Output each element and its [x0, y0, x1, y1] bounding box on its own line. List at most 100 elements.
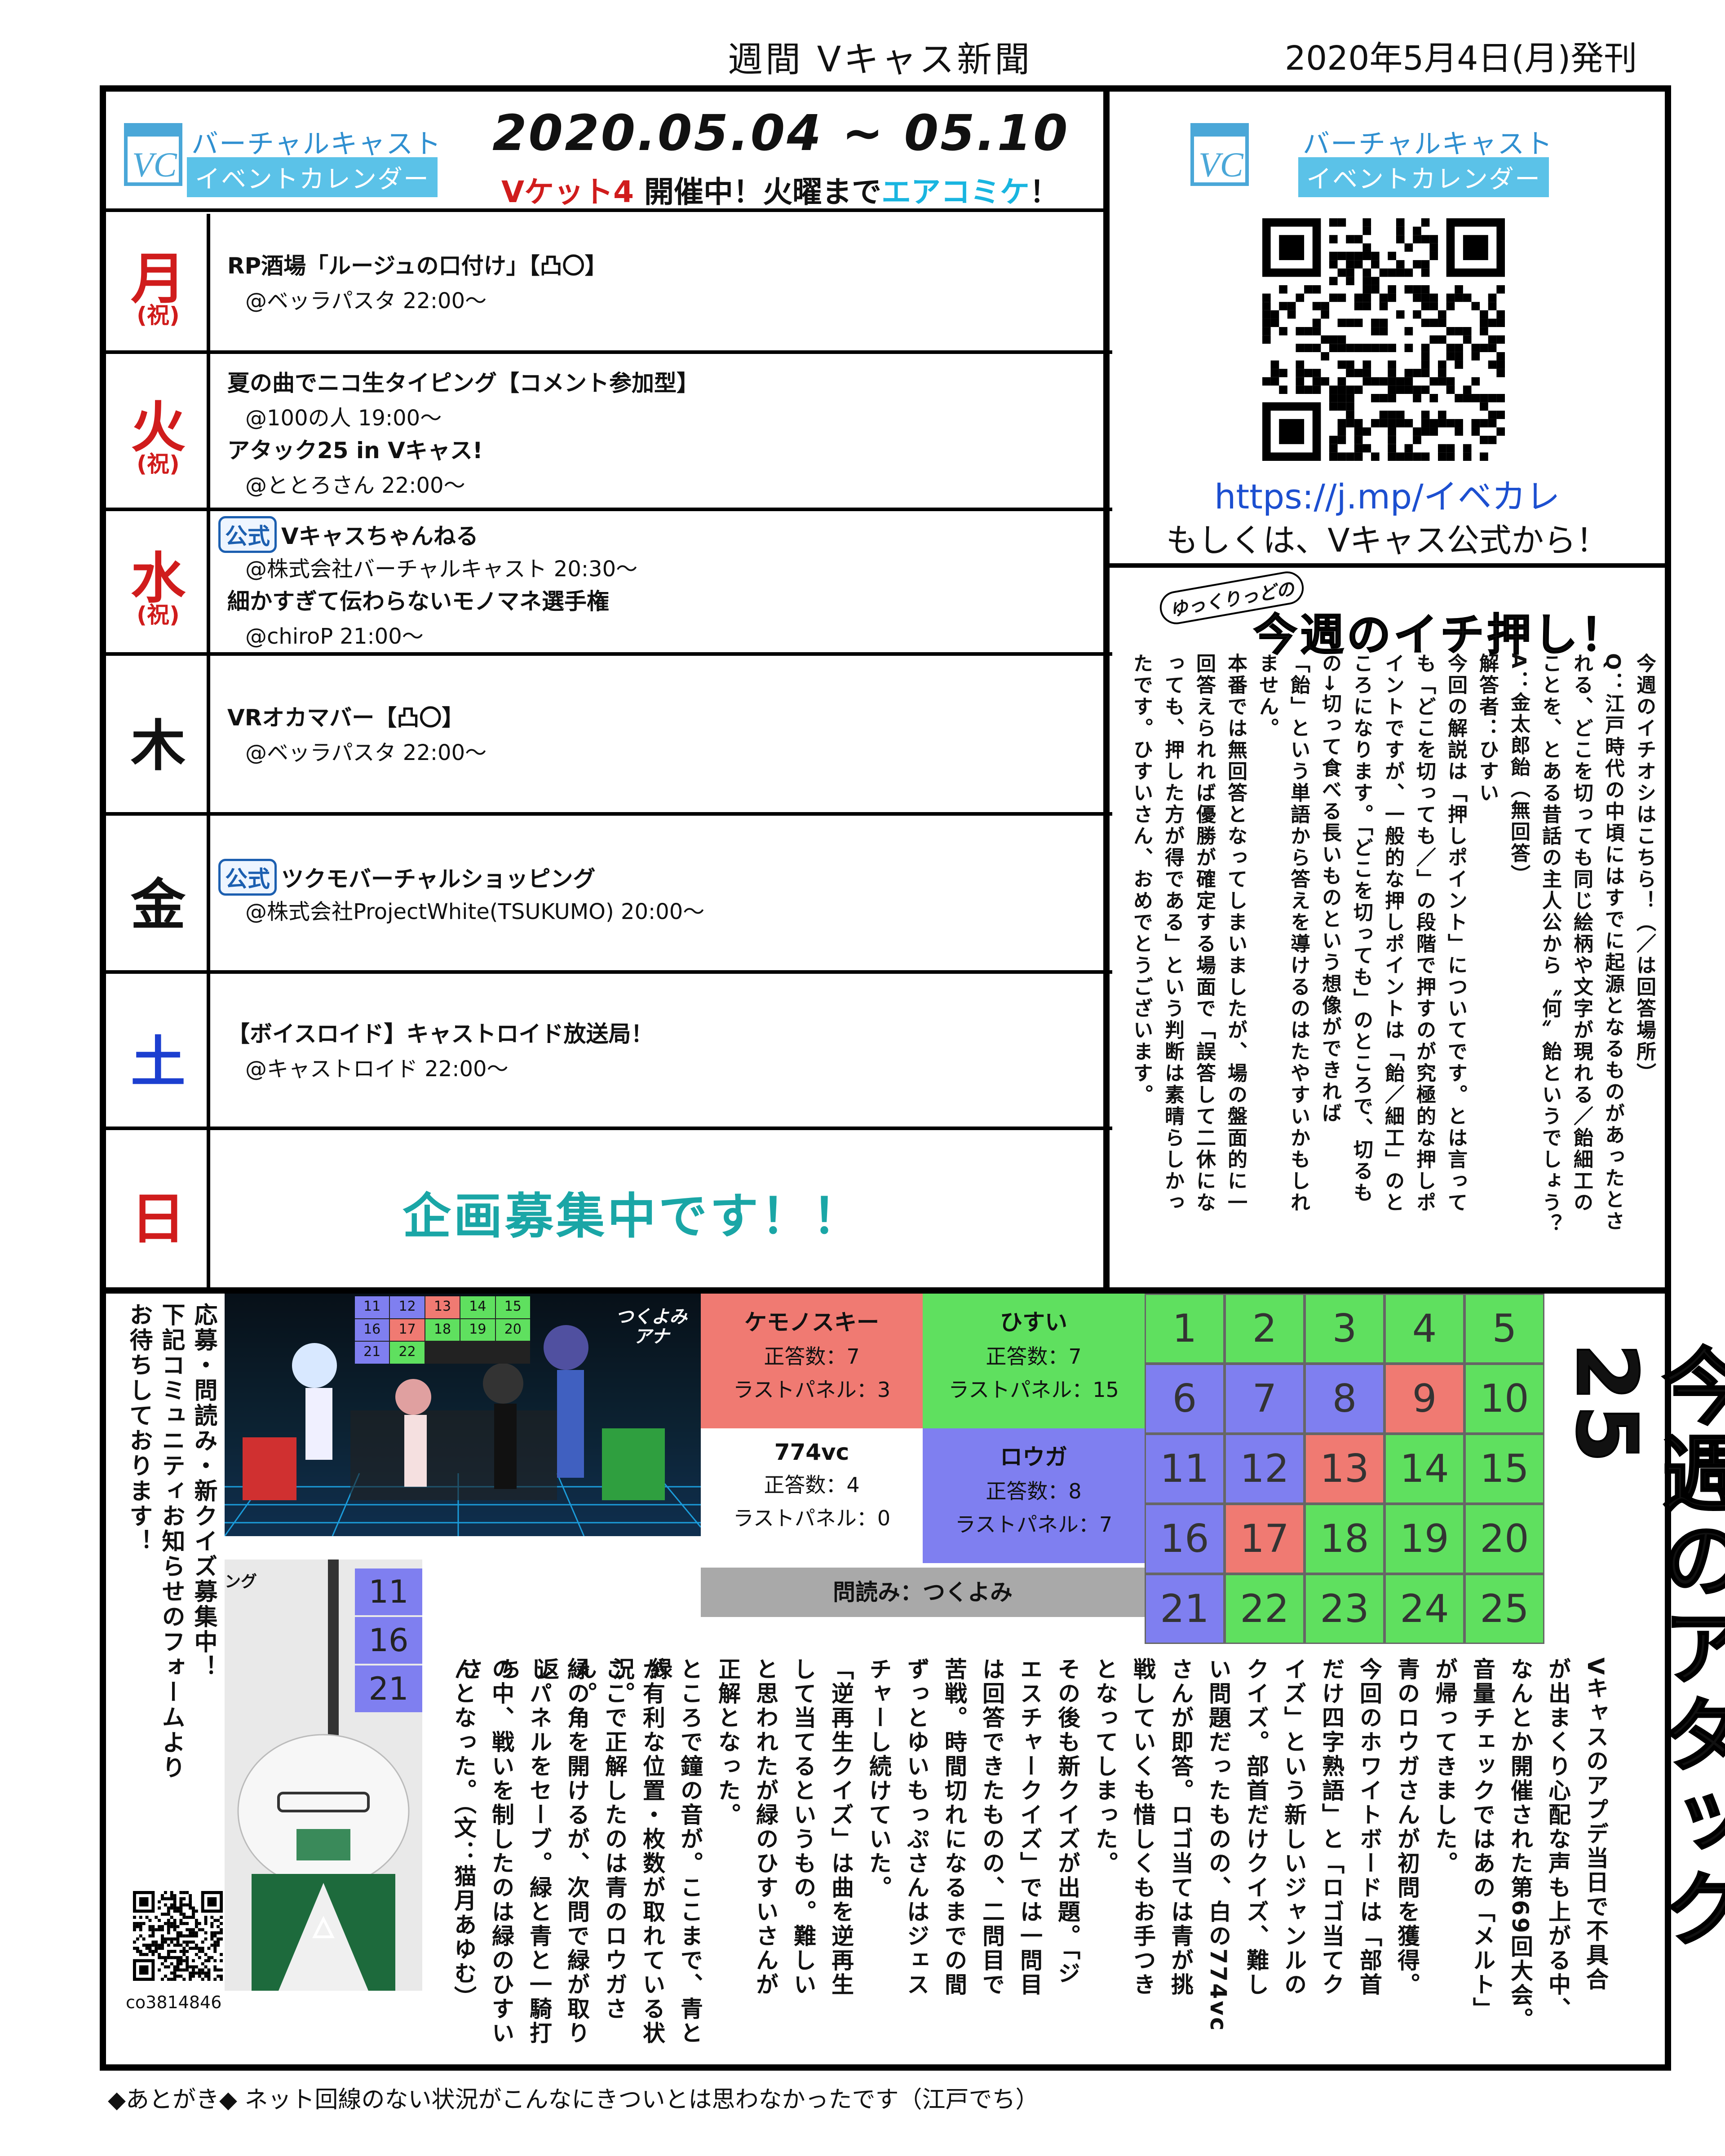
text-column: 解答者：ひすい [1476, 653, 1499, 804]
event-title-text: Vキャスちゃんねる [281, 523, 478, 549]
panel-grid: 1 2 3 4 5 6 7 8 9 10 11 12 13 14 15 16 17 18 19 20 21 22 23 24 2… [1145, 1294, 1544, 1644]
attack25-section: 11 12 13 14 15 16 17 18 19 20 21 22 つくよみ アナ ング 11 16… [106, 1294, 1725, 2064]
day-row-5: 金公式 ツクモバーチャルショッピング @株式会社ProjectWhite(TSUKU… [106, 816, 1112, 974]
board-panel: 21 [355, 1342, 389, 1364]
community-qr-icon[interactable] [133, 1891, 223, 1981]
team-name: 774vc [774, 1439, 849, 1465]
day-row-7: 日 企画募集中です！！ [106, 1130, 1112, 1287]
board-panel: 16 [355, 1319, 389, 1341]
panel-cell: 11 [1145, 1434, 1225, 1504]
text-column: 応募・問読み・新クイズ募集中！ [190, 1303, 217, 1680]
day-label: 日 [131, 1187, 186, 1251]
event-host-time: @chiroP 21:00～ [245, 624, 424, 649]
day-label: 木 [131, 714, 186, 778]
text-column: だけ四字熟語」と「ロゴ当てク [1318, 1657, 1345, 1997]
holiday-mark: (祝) [137, 451, 180, 477]
text-column: お待ちしております！ [125, 1303, 152, 1554]
text-column: 青のロウガさんが初問を獲得。 [1394, 1657, 1420, 1997]
header-notice: Vケット4 開催中！火曜までエアコミケ！ [501, 168, 1059, 211]
day-row-4: 木 VRオカマバー【凸〇】 @ベッラパスタ 22:00～ [106, 656, 1112, 816]
horizontal-divider [100, 1287, 1671, 1294]
team-cell: ケモノスキー 正答数：7 ラストパネル：3 [701, 1294, 923, 1428]
text-column: エスチャークイズ」では一問目 [1017, 1657, 1043, 1997]
text-column: Q：江戸時代の中頃にはすでに起源となるものがあったとさ [1601, 653, 1624, 1233]
text-column: が出まくり心配な声も上がる中、 [1545, 1657, 1571, 2021]
notice-vket: Vケット4 [501, 175, 634, 209]
text-column: その後も新クイズが出題。「ジ [1054, 1657, 1080, 1986]
issue-date: 2020年5月4日(月)発刊 [1285, 39, 1637, 78]
logo-subtitle: イベントカレンダー [187, 157, 438, 197]
event-calendar-link[interactable]: https://j.mp/イベカレ [1110, 469, 1665, 518]
panel-cell: 23 [1305, 1574, 1384, 1644]
logo-title-2: バーチャルキャスト [1303, 128, 1553, 160]
qr-panel: VC バーチャルキャスト イベントカレンダー https://j.mp/イベカレ… [1110, 92, 1665, 568]
team-correct-count: 正答数：8 [986, 1479, 1082, 1503]
text-column: A：金太郎飴（無回答） [1507, 653, 1530, 886]
text-column: ころになります。「どこを切っても」のところで、切るも [1350, 653, 1373, 1204]
text-column: イズ」という新しいジャンルの [1281, 1657, 1307, 1997]
text-column: 今週のイチオシはこちら！（／は回答場所） [1633, 653, 1656, 1084]
event-host-time: @ベッラパスタ 22:00～ [245, 288, 487, 314]
event-title[interactable]: アタック25 in Vキャス! [227, 433, 483, 465]
text-column: んとなった。（文：猫月あゆむ） [451, 1657, 477, 2010]
text-column: 戦していくも惜しくもお手つき [1130, 1657, 1156, 1997]
panel-cell: 1 [1145, 1294, 1225, 1364]
event-title-text: 夏の曲でニコ生タイピング【コメント参加型】 [227, 370, 699, 396]
text-column: なんとか開催された第69回大会。 [1507, 1657, 1533, 2032]
notice-end: ！ [1030, 175, 1059, 209]
official-badge: 公式 [218, 516, 277, 553]
team-results-table: ケモノスキー 正答数：7 ラストパネル：3 ひすい 正答数：7 ラストパネル：15 774v… [701, 1294, 1145, 1617]
qr-code-icon[interactable] [1262, 218, 1505, 461]
event-title[interactable]: 夏の曲でニコ生タイピング【コメント参加型】 [227, 365, 699, 398]
text-column: ずっとゆいもっぷさんはジェス [903, 1657, 929, 1997]
team-cell: ひすい 正答数：7 ラストパネル：15 [923, 1294, 1145, 1428]
nameplate: つくよみ アナ [615, 1307, 687, 1347]
panel-cell: 3 [1305, 1294, 1384, 1364]
day-row-2: 火 (祝) 夏の曲でニコ生タイピング【コメント参加型】 @100の人 19:00～ アタ… [106, 354, 1112, 511]
weekly-schedule: 月 (祝) RP酒場「ルージュの口付け」【凸〇】 @ベッラパスタ 22:00～ 火 (祝)… [106, 214, 1112, 1287]
team-last-panel: ラストパネル：3 [733, 1378, 891, 1402]
board-panel: 20 [495, 1319, 530, 1341]
notice-middle: 開催中！火曜まで [634, 175, 881, 209]
panel-cell: 16 [1145, 1504, 1225, 1574]
event-title-text: VRオカマバー【凸〇】 [227, 705, 464, 731]
team-last-panel: ラストパネル：7 [955, 1512, 1113, 1537]
text-column: チャーし続けていた。 [866, 1657, 892, 1900]
event-title[interactable]: 公式 ツクモバーチャルショッピング [218, 859, 596, 896]
day-row-1: 月 (祝) RP酒場「ルージュの口付け」【凸〇】 @ベッラパスタ 22:00～ [106, 214, 1112, 354]
text-column: 回答えられれば優勝が確定する場面で「誤答して二休にな [1193, 653, 1216, 1214]
text-column: 「飴」という単語から答えを導けるのはたやすいかもしれ [1287, 653, 1310, 1214]
event-title[interactable]: VRオカマバー【凸〇】 [227, 700, 464, 732]
text-column: 「逆再生クイズ」は曲を逆再生 [828, 1657, 854, 1997]
panel-cell: 2 [1225, 1294, 1305, 1364]
team-cell: 774vc 正答数：4 ラストパネル：0 [701, 1428, 923, 1563]
day-row-6: 土 【ボイスロイド】キャストロイド放送局！ @キャストロイド 22:00～ [106, 974, 1112, 1130]
panel-cell: 20 [1464, 1504, 1544, 1574]
panel-cell: 4 [1384, 1294, 1464, 1364]
afterword: ◆あとがき◆ ネット回線のない状況がこんなにきついとは思わなかったです（江戸でち… [108, 2086, 1039, 2113]
panel-cell: 24 [1384, 1574, 1464, 1644]
community-id[interactable]: co3814846 [126, 1993, 221, 2012]
day-row-3: 水 (祝) 公式 Vキャスちゃんねる @株式会社バーチャルキャスト 20:30～ 細かすぎ… [106, 511, 1112, 656]
team-name: ロウガ [1000, 1444, 1067, 1470]
recruitment-message: 企画募集中です！！ [402, 1188, 864, 1245]
holiday-mark: (祝) [137, 602, 180, 628]
event-title[interactable]: 【ボイスロイド】キャストロイド放送局！ [227, 1016, 654, 1048]
panel-cell: 15 [1464, 1434, 1544, 1504]
question-reader: 問読み：つくよみ [701, 1568, 1145, 1617]
avatar-photo: ング 11 16 21 [225, 1560, 422, 1991]
newspaper-title: 週間 Vキャス新聞 [728, 40, 1033, 80]
day-label: 金 [131, 873, 186, 937]
calendar-header: VC バーチャルキャスト イベントカレンダー 2020.05.04 ~ 05.1… [106, 92, 1103, 212]
day-cell: 木 [106, 656, 210, 812]
text-column: 今回のホワイトボードは「部首 [1356, 1657, 1382, 1997]
team-correct-count: 正答数：4 [764, 1473, 860, 1497]
event-title[interactable]: 公式 Vキャスちゃんねる [218, 516, 478, 553]
text-column: れる、どこを切っても同じ絵柄や文字が現れる／飴細工の [1570, 653, 1593, 1214]
date-range: 2020.05.04 ~ 05.10 [492, 104, 1070, 162]
board-panel: 14 [460, 1296, 495, 1318]
team-last-panel: ラストパネル：0 [733, 1506, 891, 1530]
event-title[interactable]: 細かすぎて伝わらないモノマネ選手権 [227, 583, 609, 616]
text-column: さんが即答。ロゴ当ては青が挑 [1168, 1657, 1194, 1997]
event-title[interactable]: RP酒場「ルージュの口付け」【凸〇】 [227, 248, 607, 280]
